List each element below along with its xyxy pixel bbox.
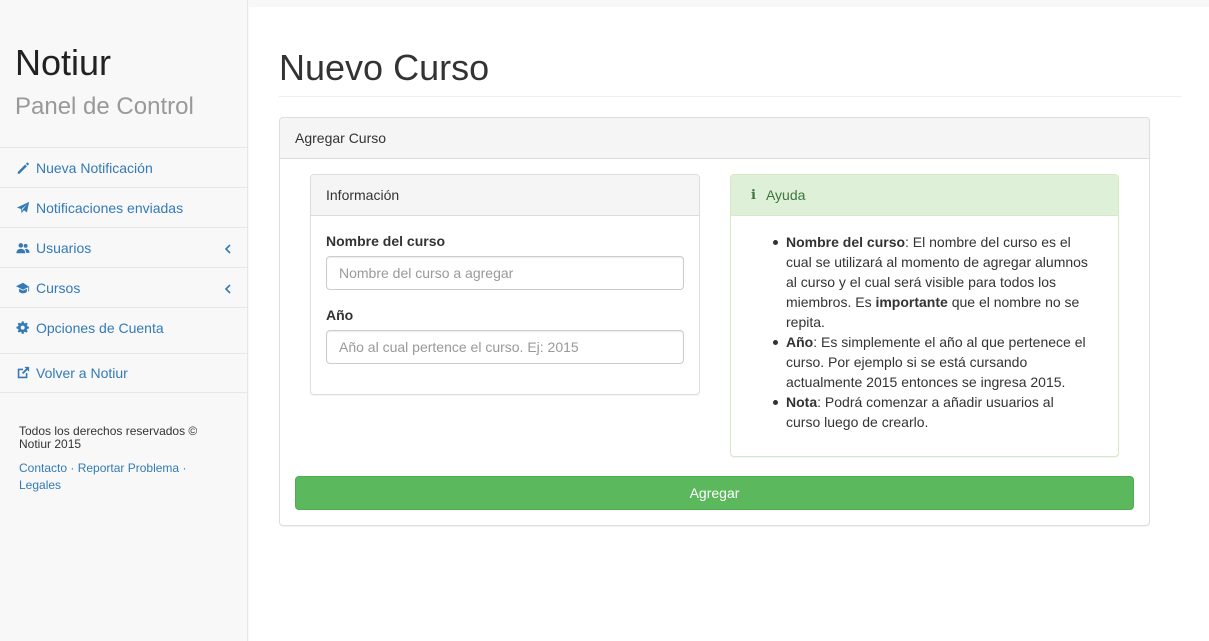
- sidebar-item-notificaciones-enviadas[interactable]: Notificaciones enviadas: [0, 187, 247, 227]
- help-text: : Podrá comenzar a añadir usuarios al cu…: [786, 394, 1054, 430]
- help-term: Nota: [786, 394, 818, 410]
- footer-link-contacto[interactable]: Contacto: [19, 461, 67, 475]
- add-course-panel: Agregar Curso Información Nombre del cur…: [279, 117, 1150, 526]
- help-panel-heading: i Ayuda: [731, 175, 1118, 216]
- main-content: Nuevo Curso Agregar Curso Información No…: [249, 7, 1209, 641]
- sidebar: Notiur Panel de Control Nueva Notificaci…: [0, 0, 248, 641]
- page-title: Nuevo Curso: [279, 47, 490, 88]
- footer-separator: ·: [70, 461, 75, 475]
- sidebar-item-label: Cursos: [36, 279, 81, 296]
- external-link-icon: [16, 366, 30, 380]
- footer-copyright: Todos los derechos reservados © Notiur 2…: [19, 424, 198, 451]
- title-divider: [279, 96, 1181, 97]
- sidebar-item-label: Nueva Notificación: [36, 159, 153, 176]
- gear-icon: [16, 320, 30, 335]
- info-icon: i: [751, 187, 756, 203]
- send-icon: [16, 201, 30, 215]
- help-term: Año: [786, 334, 814, 350]
- help-item-note: Nota: Podrá comenzar a añadir usuarios a…: [773, 392, 1091, 432]
- info-panel-heading: Información: [311, 175, 699, 216]
- chevron-left-icon: [224, 241, 232, 254]
- chevron-left-icon: [224, 281, 232, 294]
- info-panel: Información Nombre del curso Año: [310, 174, 700, 395]
- help-emphasis: importante: [875, 294, 948, 310]
- course-name-input[interactable]: [326, 256, 684, 290]
- brand-title[interactable]: Notiur: [15, 42, 111, 84]
- add-course-button[interactable]: Agregar: [295, 476, 1134, 510]
- graduation-cap-icon: [16, 281, 30, 295]
- users-icon: [16, 241, 30, 255]
- year-label: Año: [326, 307, 354, 323]
- footer-links: Contacto · Reportar Problema · Legales: [19, 460, 219, 494]
- sidebar-item-label: Notificaciones enviadas: [36, 199, 184, 216]
- help-item-course-name: Nombre del curso: El nombre del curso es…: [773, 232, 1091, 332]
- footer-link-legales[interactable]: Legales: [19, 478, 61, 492]
- sidebar-nav: Nueva Notificación Notificaciones enviad…: [0, 147, 247, 393]
- help-list: Nombre del curso: El nombre del curso es…: [773, 232, 1091, 432]
- sidebar-item-volver-a-notiur[interactable]: Volver a Notiur: [0, 353, 247, 393]
- sidebar-item-nueva-notificacion[interactable]: Nueva Notificación: [0, 147, 247, 187]
- help-panel-title: Ayuda: [765, 187, 806, 203]
- footer-separator: ·: [182, 461, 187, 475]
- panel-heading: Agregar Curso: [280, 118, 1149, 159]
- pencil-icon: [16, 161, 30, 175]
- help-panel: i Ayuda Nombre del curso: El nombre del …: [730, 174, 1119, 457]
- help-text: : Es simplemente el año al que pertenece…: [786, 334, 1086, 390]
- year-input[interactable]: [326, 330, 684, 364]
- sidebar-item-label: Usuarios: [36, 239, 92, 256]
- sidebar-item-label: Opciones de Cuenta: [36, 319, 164, 336]
- footer-link-reportar-problema[interactable]: Reportar Problema: [78, 461, 179, 475]
- help-item-year: Año: Es simplemente el año al que perten…: [773, 332, 1091, 392]
- sidebar-item-opciones-de-cuenta[interactable]: Opciones de Cuenta: [0, 307, 247, 347]
- sidebar-item-cursos[interactable]: Cursos: [0, 267, 247, 307]
- sidebar-item-usuarios[interactable]: Usuarios: [0, 227, 247, 267]
- brand-subtitle: Panel de Control: [15, 93, 194, 120]
- course-name-label: Nombre del curso: [326, 233, 446, 249]
- sidebar-item-label: Volver a Notiur: [36, 365, 128, 381]
- help-term: Nombre del curso: [786, 234, 906, 250]
